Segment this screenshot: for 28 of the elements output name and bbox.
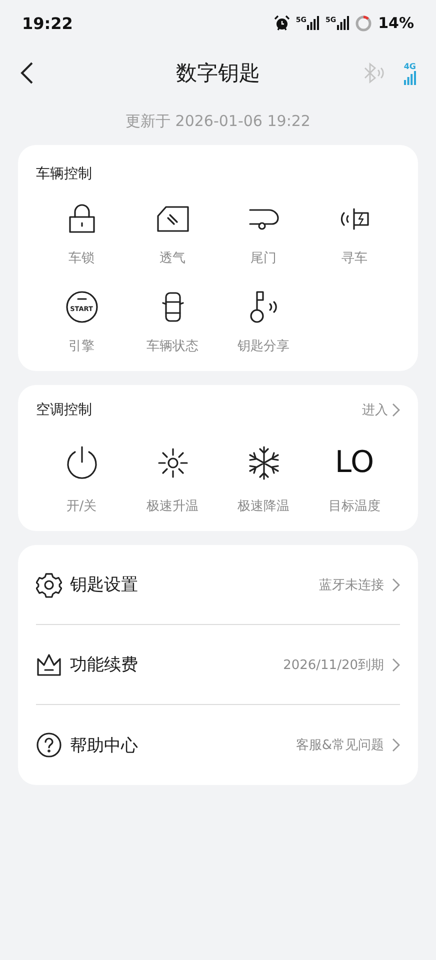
temperature-value: LO (334, 445, 374, 481)
enter-link[interactable]: 进入 (362, 401, 400, 419)
battery-percent: 14% (378, 14, 414, 32)
menu-label: 帮助中心 (70, 734, 138, 756)
section-title: 空调控制 (36, 401, 92, 419)
climate-button[interactable]: 极速降温 (218, 433, 309, 519)
menu-row[interactable]: 功能续费 2026/11/20到期 (36, 625, 400, 705)
page-title: 数字钥匙 (176, 60, 260, 87)
menu-detail: 客服&常见问题 (296, 737, 384, 754)
menu-detail: 2026/11/20到期 (283, 656, 384, 674)
control-button[interactable]: 寻车 (309, 197, 400, 271)
menu-row[interactable]: 钥匙设置 蓝牙未连接 (36, 545, 400, 625)
menu-label: 功能续费 (70, 654, 138, 676)
status-time: 19:22 (22, 14, 73, 32)
control-button[interactable]: 钥匙分享 (218, 285, 309, 359)
update-time: 更新于 2026-01-06 19:22 (126, 112, 310, 131)
menu-label: 钥匙设置 (70, 574, 138, 596)
network-type: 4G (404, 62, 416, 70)
climate-button[interactable]: 开/关 (36, 433, 127, 519)
control-button[interactable]: 透气 (127, 197, 218, 271)
control-button[interactable]: 车辆状态 (127, 285, 218, 359)
menu-row[interactable]: 帮助中心 客服&常见问题 (36, 705, 400, 785)
climate-button[interactable]: LO 目标温度 (309, 433, 400, 519)
climate-button[interactable]: 极速升温 (127, 433, 218, 519)
section-title: 车辆控制 (36, 166, 92, 182)
menu-detail: 蓝牙未连接 (319, 576, 384, 594)
control-button[interactable]: 尾门 (218, 197, 309, 271)
control-button[interactable]: 车锁 (36, 197, 127, 271)
